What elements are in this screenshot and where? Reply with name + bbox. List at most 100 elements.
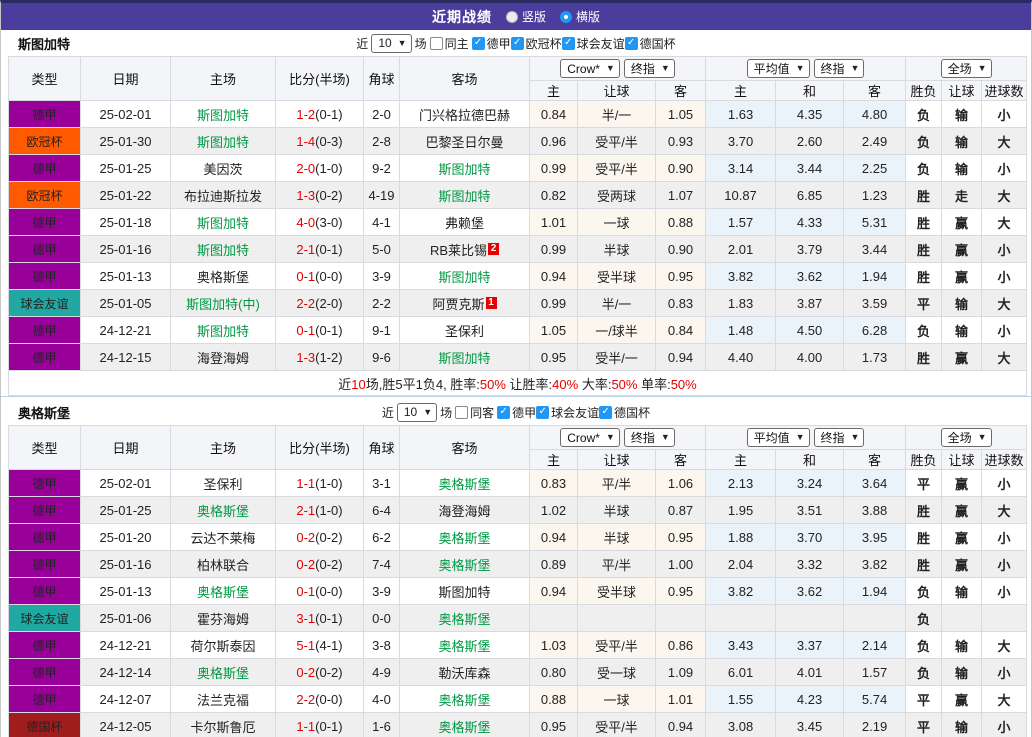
final-odds-select[interactable]: 终指 ▼ (623, 59, 675, 78)
home-team[interactable]: 斯图加特 (170, 100, 276, 128)
away-team[interactable]: 奥格斯堡 (399, 631, 530, 659)
league-filter-checkbox[interactable]: ✓ 欧冠杯 (510, 35, 562, 52)
checkbox-unchecked-icon[interactable] (429, 36, 443, 50)
away-team[interactable]: 斯图加特 (399, 262, 530, 290)
away-team[interactable]: 奥格斯堡 (399, 685, 530, 713)
match-count-select[interactable]: 10 ▼ (396, 402, 438, 422)
final-odds-select[interactable]: 终指 ▼ (623, 428, 675, 447)
average-select[interactable]: 平均值 ▼ (746, 428, 810, 447)
match-score: 1-4(0-3) (275, 127, 364, 155)
away-team[interactable]: 海登海姆 (399, 496, 530, 524)
league-badge: 德甲 (8, 631, 81, 659)
match-score: 0-2(0-2) (275, 550, 364, 578)
radio-selected-icon[interactable] (560, 10, 572, 23)
away-team[interactable]: 奥格斯堡 (399, 604, 530, 632)
odds-handicap: 半球 (577, 523, 656, 551)
radio-unselected-icon[interactable] (505, 10, 518, 23)
scope-select[interactable]: 全场 ▼ (940, 59, 992, 78)
checkbox-checked-icon[interactable]: ✓ (471, 36, 485, 50)
away-team[interactable]: 阿贾克斯 1 (399, 289, 530, 317)
home-team[interactable]: 斯图加特 (170, 208, 276, 236)
odds-away: 0.95 (654, 262, 707, 290)
home-team[interactable]: 霍芬海姆 (170, 604, 276, 632)
results-table-body: 德甲 25-02-01 圣保利 1-1(1-0) 3-1 奥格斯堡 0.83 平/半 1.06 2… (8, 469, 1028, 737)
home-team[interactable]: 圣保利 (170, 469, 276, 497)
checkbox-checked-icon[interactable]: ✓ (599, 405, 613, 419)
away-team[interactable]: 斯图加特 (399, 181, 530, 209)
match-score: 2-1(1-0) (275, 496, 364, 524)
bookmaker-select[interactable]: Crow* ▼ (560, 59, 620, 78)
league-filter-checkbox[interactable]: ✓ 球会友谊 (536, 404, 599, 421)
final-odds-select[interactable]: 终指 ▼ (813, 59, 865, 78)
home-team[interactable]: 奥格斯堡 (170, 577, 276, 605)
average-select[interactable]: 平均值 ▼ (746, 59, 810, 78)
home-team[interactable]: 布拉迪斯拉发 (170, 181, 276, 209)
league-filter-checkbox[interactable]: ✓ 德国杯 (599, 404, 650, 421)
league-filter-checkbox[interactable]: ✓ 德国杯 (624, 35, 676, 52)
league-badge: 欧冠杯 (8, 127, 81, 155)
checkbox-checked-icon[interactable]: ✓ (561, 36, 575, 50)
corner-score: 6-4 (363, 496, 400, 524)
away-team[interactable]: 奥格斯堡 (399, 523, 530, 551)
same-venue-checkbox[interactable]: 同主 (429, 35, 469, 52)
away-team[interactable]: 弗赖堡 (399, 208, 530, 236)
home-team[interactable]: 荷尔斯泰因 (170, 631, 276, 659)
checkbox-checked-icon[interactable]: ✓ (624, 36, 638, 50)
bookmaker-select[interactable]: Crow* ▼ (560, 428, 620, 447)
home-team[interactable]: 美因茨 (170, 154, 276, 182)
home-team[interactable]: 奥格斯堡 (170, 658, 276, 686)
result-handicap: 输 (941, 289, 983, 317)
checkbox-checked-icon[interactable]: ✓ (536, 405, 550, 419)
away-team[interactable]: 斯图加特 (399, 343, 530, 371)
scope-select[interactable]: 全场 ▼ (940, 428, 992, 447)
away-team[interactable]: 奥格斯堡 (399, 550, 530, 578)
odds-away: 1.09 (654, 658, 707, 686)
away-team[interactable]: 圣保利 (399, 316, 530, 344)
avg-draw: 3.24 (775, 469, 845, 497)
league-filter-checkbox[interactable]: ✓ 德甲 (471, 35, 511, 52)
checkbox-checked-icon[interactable]: ✓ (497, 405, 511, 419)
home-team[interactable]: 斯图加特 (170, 316, 276, 344)
avg-draw: 3.44 (775, 154, 845, 182)
fulltime-score: 1-4 (296, 133, 316, 149)
layout-option-vertical[interactable]: 竖版 (505, 8, 546, 25)
home-team[interactable]: 柏林联合 (170, 550, 276, 578)
chevron-down-icon: ▼ (660, 432, 670, 442)
same-venue-checkbox[interactable]: 同客 (455, 404, 494, 421)
layout-option-horizontal[interactable]: 横版 (560, 8, 600, 25)
avg-away: 5.74 (843, 685, 907, 713)
final-odds-select[interactable]: 终指 ▼ (813, 428, 865, 447)
home-team[interactable]: 斯图加特 (170, 235, 276, 263)
away-team[interactable]: 斯图加特 (399, 154, 530, 182)
away-team[interactable]: 斯图加特 (399, 577, 530, 605)
away-team[interactable]: 巴黎圣日尔曼 (399, 127, 530, 155)
league-filter-checkbox[interactable]: ✓ 德甲 (497, 404, 536, 421)
results-table: 类型 日期 主场 比分(半场) 角球 客场 Crow* ▼ 终指 ▼ 平均值 ▼… (7, 56, 1028, 396)
team-name: 斯图加特 (18, 36, 71, 52)
corner-score: 4-9 (363, 658, 400, 686)
match-count-select[interactable]: 10 ▼ (371, 33, 412, 53)
league-filter-checkbox[interactable]: ✓ 球会友谊 (561, 35, 625, 52)
home-team[interactable]: 斯图加特(中) (170, 289, 276, 317)
match-score: 5-1(4-1) (275, 631, 364, 659)
away-team[interactable]: 奥格斯堡 (399, 712, 530, 737)
away-team[interactable]: RB莱比锡 2 (399, 235, 530, 263)
avg-draw: 3.62 (775, 577, 845, 605)
home-team[interactable]: 云达不莱梅 (170, 523, 276, 551)
away-team[interactable]: 奥格斯堡 (399, 469, 530, 497)
home-team[interactable]: 法兰克福 (170, 685, 276, 713)
result-handicap: 赢 (941, 262, 983, 290)
home-team[interactable]: 斯图加特 (170, 127, 276, 155)
home-team[interactable]: 奥格斯堡 (170, 496, 276, 524)
home-team[interactable]: 海登海姆 (170, 343, 276, 371)
checkbox-checked-icon[interactable]: ✓ (510, 36, 524, 50)
home-team[interactable]: 奥格斯堡 (170, 262, 276, 290)
away-team[interactable]: 门兴格拉德巴赫 (399, 100, 530, 128)
col-header-crow-handicap: 让球 (577, 449, 656, 470)
odds-away: 0.90 (654, 235, 707, 263)
home-team[interactable]: 卡尔斯鲁厄 (170, 712, 276, 737)
checkbox-unchecked-icon[interactable] (455, 405, 469, 419)
away-team[interactable]: 勒沃库森 (399, 658, 530, 686)
result-outcome: 负 (905, 604, 943, 632)
result-handicap: 输 (941, 631, 983, 659)
